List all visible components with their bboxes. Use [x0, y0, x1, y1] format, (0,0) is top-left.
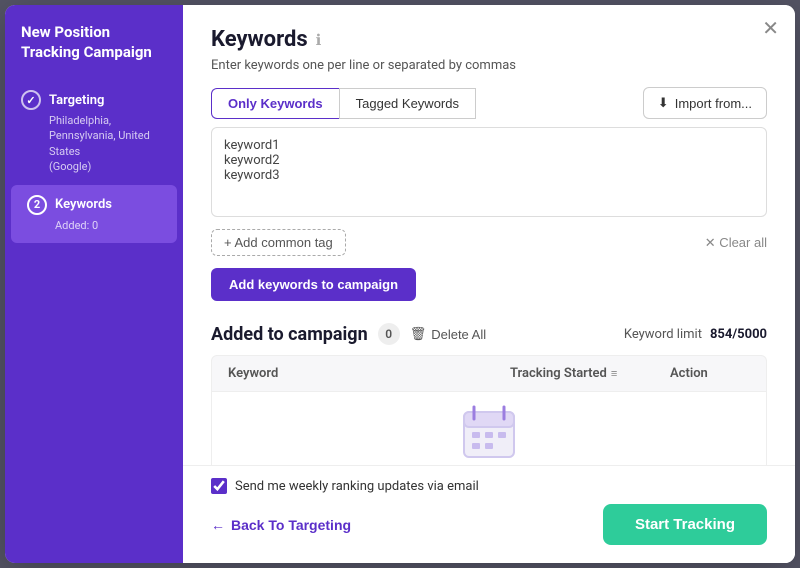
delete-all-label: Delete All	[431, 327, 486, 342]
targeting-sub: Philadelphia,Pennsylvania, United States…	[21, 113, 167, 175]
empty-state-icon	[454, 397, 524, 466]
add-tag-button[interactable]: + Add common tag	[211, 229, 346, 256]
tag-clear-row: + Add common tag ✕ Clear all	[211, 229, 767, 256]
import-button[interactable]: ⬇ Import from...	[643, 87, 767, 119]
added-header: Added to campaign 0 🗑 Delete All Keyword…	[211, 323, 767, 345]
sidebar-item-targeting[interactable]: ✓ Targeting Philadelphia,Pennsylvania, U…	[5, 80, 183, 185]
add-keywords-button[interactable]: Add keywords to campaign	[211, 268, 416, 301]
tab-only-keywords[interactable]: Only Keywords	[211, 88, 339, 119]
keyword-limit: Keyword limit 854/5000	[624, 327, 767, 342]
keyword-limit-value: 854/5000	[710, 327, 767, 342]
th-action: Action	[670, 366, 750, 381]
added-title: Added to campaign	[211, 324, 368, 345]
page-title: Keywords	[211, 27, 308, 52]
back-arrow-icon: ←	[211, 517, 225, 533]
table-header: Keyword Tracking Started ≡ Action	[211, 355, 767, 392]
empty-state	[211, 392, 767, 465]
tabs-row: Only Keywords Tagged Keywords ⬇ Import f…	[211, 87, 767, 119]
count-badge: 0	[378, 323, 400, 345]
th-tracking: Tracking Started ≡	[510, 366, 670, 381]
keywords-step-num: 2	[27, 195, 47, 215]
targeting-header: ✓ Targeting	[21, 90, 167, 110]
delete-icon: 🗑	[410, 326, 427, 342]
targeting-check-icon: ✓	[21, 90, 41, 110]
page-subtitle: Enter keywords one per line or separated…	[211, 58, 767, 73]
sidebar: New Position Tracking Campaign ✓ Targeti…	[5, 5, 183, 563]
main-inner: Keywords ℹ Enter keywords one per line o…	[183, 5, 795, 465]
import-label: Import from...	[675, 96, 752, 111]
email-checkbox-label[interactable]: Send me weekly ranking updates via email	[235, 479, 479, 494]
added-section: Added to campaign 0 🗑 Delete All Keyword…	[211, 323, 767, 465]
th-keyword: Keyword	[228, 366, 510, 381]
delete-all-button[interactable]: 🗑 Delete All	[410, 326, 486, 342]
back-button[interactable]: ← Back To Targeting	[211, 517, 351, 533]
add-tag-label: + Add common tag	[224, 235, 333, 250]
main-content: ✕ Keywords ℹ Enter keywords one per line…	[183, 5, 795, 563]
keyword-limit-label: Keyword limit	[624, 327, 702, 342]
email-checkbox-row: Send me weekly ranking updates via email	[211, 478, 767, 494]
close-button[interactable]: ✕	[762, 19, 779, 39]
modal-overlay: New Position Tracking Campaign ✓ Targeti…	[0, 0, 800, 568]
keywords-label: Keywords	[55, 197, 112, 212]
page-title-row: Keywords ℹ	[211, 27, 767, 52]
targeting-label: Targeting	[49, 93, 104, 108]
import-icon: ⬇	[658, 95, 669, 111]
start-tracking-button[interactable]: Start Tracking	[603, 504, 767, 545]
clear-all-label: ✕ Clear all	[705, 235, 767, 251]
info-icon[interactable]: ℹ	[316, 31, 322, 49]
filter-icon[interactable]: ≡	[611, 367, 617, 380]
email-checkbox[interactable]	[211, 478, 227, 494]
footer: Send me weekly ranking updates via email…	[183, 465, 795, 563]
sidebar-item-keywords[interactable]: 2 Keywords Added: 0	[11, 185, 177, 243]
modal: New Position Tracking Campaign ✓ Targeti…	[5, 5, 795, 563]
keywords-header: 2 Keywords	[27, 195, 161, 215]
sidebar-title: New Position Tracking Campaign	[5, 23, 183, 80]
footer-actions: ← Back To Targeting Start Tracking	[211, 504, 767, 545]
keywords-sub: Added: 0	[27, 218, 161, 233]
th-tracking-label: Tracking Started	[510, 366, 607, 381]
tab-tagged-keywords[interactable]: Tagged Keywords	[339, 88, 476, 119]
keywords-textarea[interactable]: keyword1 keyword2 keyword3	[211, 127, 767, 217]
clear-all-button[interactable]: ✕ Clear all	[705, 235, 767, 251]
back-btn-label: Back To Targeting	[231, 517, 351, 533]
